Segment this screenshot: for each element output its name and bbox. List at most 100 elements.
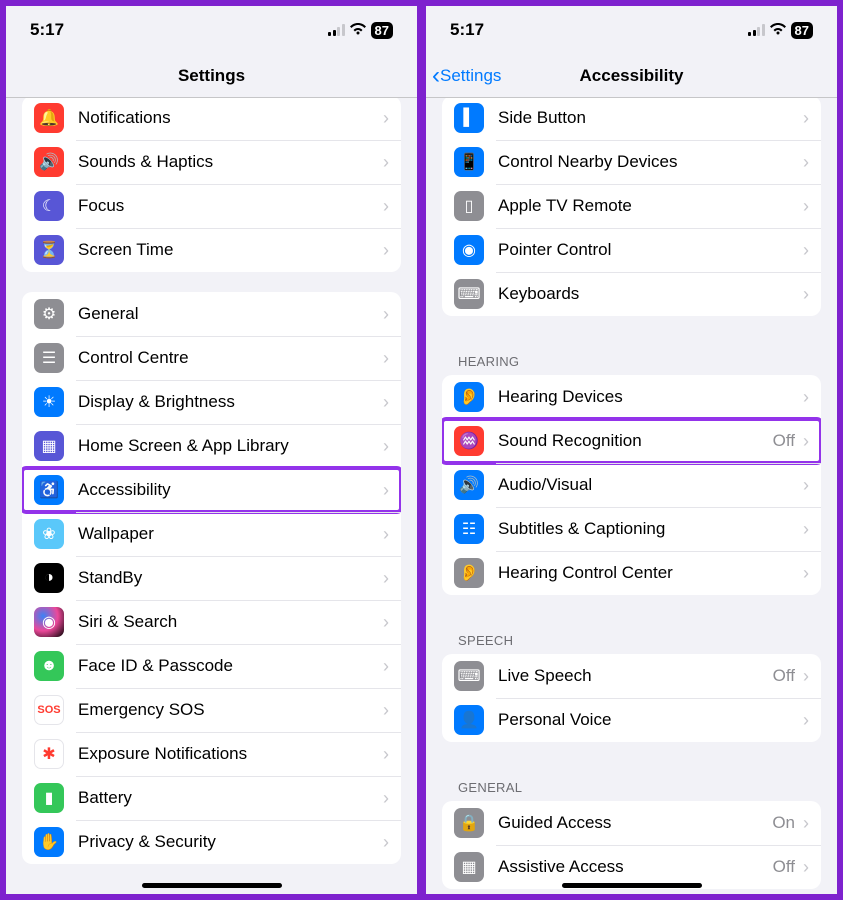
row-label: Home Screen & App Library — [78, 436, 383, 456]
home-indicator[interactable] — [562, 883, 702, 888]
chevron-right-icon: › — [803, 666, 809, 687]
settings-list[interactable]: 🔔Notifications›🔊Sounds & Haptics›☾Focus›… — [6, 98, 417, 894]
exposure-icon: ✱ — [34, 739, 64, 769]
row-label: Emergency SOS — [78, 700, 383, 720]
row-audio-visual[interactable]: 🔊Audio/Visual› — [442, 463, 821, 507]
chevron-right-icon: › — [383, 788, 389, 809]
row-home-screen-app-library[interactable]: ▦Home Screen & App Library› — [22, 424, 401, 468]
chevron-right-icon: › — [803, 387, 809, 408]
row-control-centre[interactable]: ☰Control Centre› — [22, 336, 401, 380]
wave-search-icon: ♒ — [454, 426, 484, 456]
phone-settings: 5:17 87 Settings 🔔Notifications›🔊Sounds … — [3, 3, 420, 897]
keyboard-icon: ⌨ — [454, 279, 484, 309]
row-label: Exposure Notifications — [78, 744, 383, 764]
row-emergency-sos[interactable]: SOSEmergency SOS› — [22, 688, 401, 732]
row-sound-recognition[interactable]: ♒ Sound RecognitionOff › — [442, 419, 821, 463]
row-screen-time[interactable]: ⏳ Screen Time› — [22, 228, 401, 272]
chevron-right-icon: › — [803, 431, 809, 452]
row-label: Screen Time — [78, 240, 383, 260]
chevron-right-icon: › — [803, 240, 809, 261]
row-face-id-passcode[interactable]: ☻ Face ID & Passcode› — [22, 644, 401, 688]
row-label: Keyboards — [498, 284, 803, 304]
grid-icon: ▦ — [34, 431, 64, 461]
row-value: On — [772, 813, 795, 833]
row-label: Assistive Access — [498, 857, 773, 877]
person-voice-icon: 👤 — [454, 705, 484, 735]
chevron-right-icon: › — [383, 152, 389, 173]
row-label: Control Nearby Devices — [498, 152, 803, 172]
row-label: Face ID & Passcode — [78, 656, 383, 676]
row-wallpaper[interactable]: ❀Wallpaper› — [22, 512, 401, 556]
row-live-speech[interactable]: ⌨Live SpeechOff› — [442, 654, 821, 698]
row-hearing-devices[interactable]: 👂 Hearing Devices› — [442, 375, 821, 419]
row-label: Privacy & Security — [78, 832, 383, 852]
row-side-button[interactable]: ▌Side Button› — [442, 98, 821, 140]
row-focus[interactable]: ☾ Focus› — [22, 184, 401, 228]
row-value: Off — [773, 431, 795, 451]
chevron-right-icon: › — [803, 519, 809, 540]
moon-icon: ☾ — [34, 191, 64, 221]
row-control-nearby-devices[interactable]: 📱Control Nearby Devices› — [442, 140, 821, 184]
remote-icon: ▯ — [454, 191, 484, 221]
row-battery[interactable]: ▮Battery› — [22, 776, 401, 820]
row-value: Off — [773, 857, 795, 877]
row-siri-search[interactable]: ◉Siri & Search› — [22, 600, 401, 644]
row-hearing-control-center[interactable]: 👂Hearing Control Center› — [442, 551, 821, 595]
status-bar: 5:17 87 — [6, 6, 417, 54]
home-indicator[interactable] — [142, 883, 282, 888]
row-general[interactable]: ⚙General› — [22, 292, 401, 336]
chevron-right-icon: › — [803, 475, 809, 496]
chevron-left-icon: ‹ — [432, 64, 440, 88]
row-guided-access[interactable]: 🔒Guided AccessOn› — [442, 801, 821, 845]
chevron-right-icon: › — [383, 196, 389, 217]
row-apple-tv-remote[interactable]: ▯Apple TV Remote› — [442, 184, 821, 228]
sun-icon: ☀ — [34, 387, 64, 417]
row-privacy-security[interactable]: ✋Privacy & Security› — [22, 820, 401, 864]
row-value: Off — [773, 666, 795, 686]
accessibility-icon: ♿ — [34, 475, 64, 505]
chevron-right-icon: › — [383, 832, 389, 853]
chevron-right-icon: › — [383, 656, 389, 677]
chevron-right-icon: › — [383, 240, 389, 261]
row-label: Control Centre — [78, 348, 383, 368]
row-subtitles-captioning[interactable]: ☷Subtitles & Captioning› — [442, 507, 821, 551]
clock-square-icon: ◑ — [34, 563, 64, 593]
row-personal-voice[interactable]: 👤Personal Voice› — [442, 698, 821, 742]
row-label: Hearing Control Center — [498, 563, 803, 583]
row-notifications[interactable]: 🔔Notifications› — [22, 98, 401, 140]
lock-icon: 🔒 — [454, 808, 484, 838]
chevron-right-icon: › — [383, 108, 389, 129]
row-keyboards[interactable]: ⌨Keyboards› — [442, 272, 821, 316]
faceid-icon: ☻ — [34, 651, 64, 681]
battery-icon: 87 — [371, 22, 393, 39]
ear-control-icon: 👂 — [454, 558, 484, 588]
status-icons: 87 — [328, 22, 393, 39]
cellular-signal-icon — [328, 24, 345, 36]
row-exposure-notifications[interactable]: ✱Exposure Notifications› — [22, 732, 401, 776]
battery-icon: ▮ — [34, 783, 64, 813]
row-label: Pointer Control — [498, 240, 803, 260]
row-standby[interactable]: ◑StandBy› — [22, 556, 401, 600]
accessibility-list[interactable]: ▌Side Button›📱Control Nearby Devices›▯Ap… — [426, 98, 837, 894]
page-title: Accessibility — [580, 66, 684, 86]
status-time: 5:17 — [30, 20, 64, 40]
captions-icon: ☷ — [454, 514, 484, 544]
row-label: Focus — [78, 196, 383, 216]
hourglass-icon: ⏳ — [34, 235, 64, 265]
row-display-brightness[interactable]: ☀Display & Brightness› — [22, 380, 401, 424]
section-header-speech: SPEECH — [426, 615, 837, 654]
row-label: Wallpaper — [78, 524, 383, 544]
row-accessibility[interactable]: ♿Accessibility› — [22, 468, 401, 512]
back-button[interactable]: ‹ Settings — [432, 64, 501, 88]
speaker-icon: 🔊 — [34, 147, 64, 177]
row-label: Audio/Visual — [498, 475, 803, 495]
row-label: Sound Recognition — [498, 431, 773, 451]
wifi-icon — [769, 22, 787, 39]
row-label: Hearing Devices — [498, 387, 803, 407]
side-button-icon: ▌ — [454, 103, 484, 133]
chevron-right-icon: › — [383, 348, 389, 369]
ear-icon: 👂 — [454, 382, 484, 412]
chevron-right-icon: › — [803, 857, 809, 878]
row-sounds-haptics[interactable]: 🔊Sounds & Haptics› — [22, 140, 401, 184]
row-pointer-control[interactable]: ◉Pointer Control› — [442, 228, 821, 272]
